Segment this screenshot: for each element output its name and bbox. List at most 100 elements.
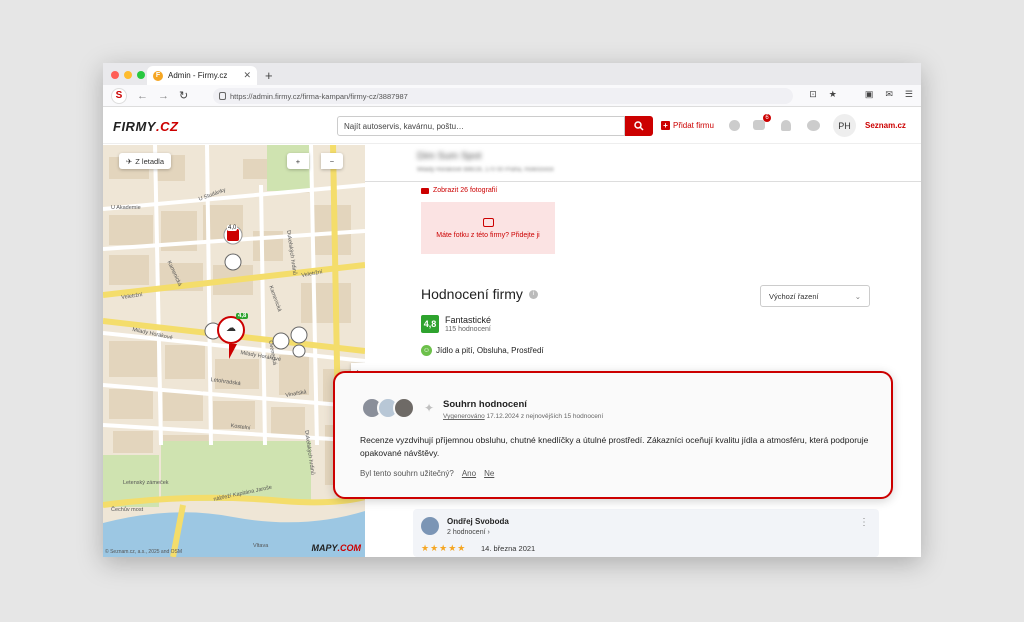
translate-icon[interactable]: ⊡ [809,89,817,100]
sidebar-icon[interactable]: ▣ [865,89,874,100]
seznam-browser-icon[interactable]: S [111,87,127,104]
marker-rating-badge: 4,8 [236,313,249,319]
aerial-label: Z letadla [135,156,165,166]
review-stars: ★★★★★ [421,543,467,553]
chevron-down-icon: ⌄ [854,291,861,301]
user-avatar[interactable]: PH [833,114,856,137]
feedback-question: Byl tento souhrn užitečný? [360,469,454,478]
add-photo-camera-icon [482,217,494,227]
mapy-logo[interactable]: MAPY.COM [311,543,361,553]
chat-bubble-icon[interactable] [729,120,740,131]
back-arrow-icon[interactable]: ← [137,90,148,102]
business-address-blurred: Milady Horákové 886/26, 170 00 Praha, Ho… [417,167,554,173]
maximize-window-button[interactable] [137,71,145,79]
envelope-icon[interactable] [753,120,765,130]
minimize-window-button[interactable] [124,71,132,79]
search-button[interactable] [625,116,653,136]
camera-icon [421,187,429,194]
logo-main: FIRMY [113,119,156,134]
zoom-in-button[interactable]: + [287,153,309,169]
bell-icon[interactable] [781,120,791,131]
generated-meta: 17.12.2024 z nejnovějších 15 hodnocení [486,413,604,420]
rating-count: 115 hodnocení [445,326,491,333]
street-label: Čechův most [111,507,144,513]
mapy-logo-suffix: .COM [337,543,362,553]
summary-avatars [361,397,415,419]
street-label: Letenský zámeček [123,480,169,486]
close-window-button[interactable] [111,71,119,79]
window-controls [111,71,145,79]
seznam-link[interactable]: Seznam.cz [865,121,906,130]
reviewer-name[interactable]: Ondřej Svoboda [447,517,509,526]
sort-select[interactable]: Výchozí řazení ⌄ [760,285,870,307]
rating-tags-text: Jídlo a pití, Obsluha, Prostředí [436,346,544,355]
firmy-favicon-icon: F [153,70,163,81]
more-options-icon[interactable]: ⋮ [859,517,869,528]
smile-icon: ☺ [421,345,432,356]
dumpling-marker-icon[interactable]: ☁ [226,323,236,334]
add-firm-button[interactable]: + Přidat firmu [661,121,714,130]
forward-arrow-icon[interactable]: → [158,90,169,102]
summary-meta: Vygenerováno 17.12.2024 z nejnovějších 1… [443,413,603,420]
extensions-icon[interactable]: ☰ [905,89,913,100]
bookmark-star-icon[interactable]: ★ [829,89,837,100]
tab-title: Admin - Firmy.cz [168,71,228,80]
show-photos-label: Zobrazit 26 fotografií [433,187,498,194]
review-date: 14. března 2021 [481,544,536,553]
search-placeholder: Najít autoservis, kavárnu, poštu… [344,121,465,131]
feedback-yes-link[interactable]: Ano [462,469,476,478]
feedback-no-link[interactable]: Ne [484,469,494,478]
secondary-marker-rating: 4,0 [227,225,238,231]
url-field[interactable]: https://admin.firmy.cz/firma-kampan/firm… [213,88,793,104]
search-icon [634,121,644,131]
summary-title: Souhrn hodnocení [443,399,527,410]
plus-icon: + [661,121,670,130]
sort-label: Výchozí řazení [769,291,819,301]
reviewer-reviews-link[interactable]: 2 hodnocení › [447,529,490,536]
rating-label: Fantastické [445,315,492,325]
mapy-logo-main: MAPY [311,543,338,553]
map-credit: © Seznam.cz, a.s., 2025 and OSM [105,549,183,555]
firmy-logo[interactable]: FIRMY.CZ [113,119,178,134]
rating-score-badge: 4,8 [421,315,439,333]
street-label: Vltava [253,543,269,549]
zoom-out-button[interactable]: − [321,153,343,169]
review-card: Ondřej Svoboda 2 hodnocení › ★★★★★ 14. b… [413,509,879,557]
add-photo-box[interactable]: Máte fotku z této firmy? Přidejte ji [421,202,555,254]
new-tab-button[interactable]: + [265,68,273,83]
plane-icon: ✈ [125,156,133,166]
ratings-heading: Hodnocení firmy i [421,286,538,302]
reload-icon[interactable]: ↻ [179,89,188,102]
ratings-title: Hodnocení firmy [421,286,523,302]
mail-badge: 6 [763,114,771,122]
rating-tags: ☺ Jídlo a pití, Obsluha, Prostředí [421,345,544,356]
tab-admin-firmy[interactable]: F Admin - Firmy.cz ✕ [147,66,257,85]
tab-strip: F Admin - Firmy.cz ✕ + [103,63,921,85]
site-header: FIRMY.CZ Najít autoservis, kavárnu, pošt… [103,108,921,144]
reviewer-avatar[interactable] [421,517,439,535]
add-photo-label: Máte fotku z této firmy? Přidejte ji [436,231,540,239]
browser-toolbar-right: ⊡ ★ ▣ ✉ ☰ [809,89,913,100]
search-input[interactable]: Najít autoservis, kavárnu, poštu… [337,116,625,136]
add-firm-label: Přidat firmu [673,121,714,130]
lock-icon [219,92,226,100]
show-photos-link[interactable]: Zobrazit 26 fotografií [421,187,497,194]
generated-link[interactable]: Vygenerováno [443,413,485,420]
address-bar-row: S ← → ↻ https://admin.firmy.cz/firma-kam… [103,85,921,107]
info-icon[interactable]: i [528,289,538,299]
close-tab-icon[interactable]: ✕ [243,70,251,81]
url-text: https://admin.firmy.cz/firma-kampan/firm… [230,91,408,101]
avatar [393,397,415,419]
review-summary-card: ✦ Souhrn hodnocení Vygenerováno 17.12.20… [333,371,893,499]
business-name-blurred: Dim Sum Spot [417,151,482,162]
message-icon[interactable] [807,120,820,131]
summary-text: Recenze vyzdvihují příjemnou obsluhu, ch… [360,435,869,458]
street-label: U Akademie [111,205,141,211]
map-panel[interactable]: U Akademie U Studánky Kamenická Veletržní Ve… [103,145,365,557]
logo-suffix: .CZ [155,119,179,134]
mail-icon[interactable]: ✉ [885,89,893,100]
divider [365,181,921,182]
summary-feedback: Byl tento souhrn užitečný? Ano Ne [360,469,494,478]
sparkle-icon: ✦ [424,401,435,415]
aerial-view-button[interactable]: ✈ Z letadla [119,153,171,169]
